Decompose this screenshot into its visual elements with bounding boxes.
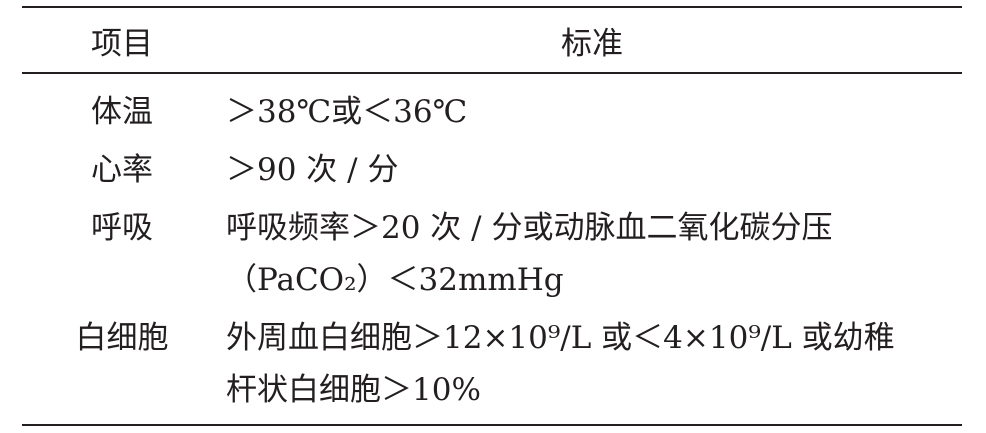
cell-standard: 外周血白细胞＞12×10⁹/L 或＜4×10⁹/L 或幼稚 杆状白细胞＞10%: [222, 312, 962, 425]
header-item: 项目: [91, 25, 153, 62]
header-standard: 标准: [561, 25, 623, 62]
table-row-temperature: 体温 ＞38℃或＜36℃: [22, 73, 962, 144]
criteria-table: 项目 标准 体温 ＞38℃或＜36℃ 心率 ＞90 次 / 分 呼吸 呼吸频率＞…: [22, 6, 962, 426]
cell-item: 呼吸: [91, 210, 153, 246]
cell-standard: ＞38℃或＜36℃: [222, 73, 962, 144]
cell-item: 白细胞: [75, 320, 169, 356]
table-row-wbc: 白细胞 外周血白细胞＞12×10⁹/L 或＜4×10⁹/L 或幼稚 杆状白细胞＞…: [22, 312, 962, 425]
standard-line: 呼吸频率＞20 次 / 分或动脉血二氧化碳分压: [226, 210, 833, 246]
cell-standard: 呼吸频率＞20 次 / 分或动脉血二氧化碳分压 （PaCO₂）＜32mmHg: [222, 202, 962, 312]
standard-line: ＞90 次 / 分: [226, 152, 399, 188]
cell-item: 体温: [91, 94, 153, 130]
table-body: 体温 ＞38℃或＜36℃ 心率 ＞90 次 / 分 呼吸 呼吸频率＞20 次 /…: [22, 73, 962, 425]
standard-line: 杆状白细胞＞10%: [226, 372, 481, 408]
cell-item: 心率: [91, 152, 153, 188]
standard-line: （PaCO₂）＜32mmHg: [226, 262, 564, 298]
criteria-table-container: 项目 标准 体温 ＞38℃或＜36℃ 心率 ＞90 次 / 分 呼吸 呼吸频率＞…: [22, 6, 962, 426]
table-row-respiration: 呼吸 呼吸频率＞20 次 / 分或动脉血二氧化碳分压 （PaCO₂）＜32mmH…: [22, 202, 962, 312]
table-header: 项目 标准: [22, 7, 962, 73]
header-row: 项目 标准: [22, 7, 962, 73]
table-row-heart-rate: 心率 ＞90 次 / 分: [22, 144, 962, 202]
cell-standard: ＞90 次 / 分: [222, 144, 962, 202]
standard-line: ＞38℃或＜36℃: [226, 94, 468, 130]
standard-line: 外周血白细胞＞12×10⁹/L 或＜4×10⁹/L 或幼稚: [226, 320, 895, 356]
